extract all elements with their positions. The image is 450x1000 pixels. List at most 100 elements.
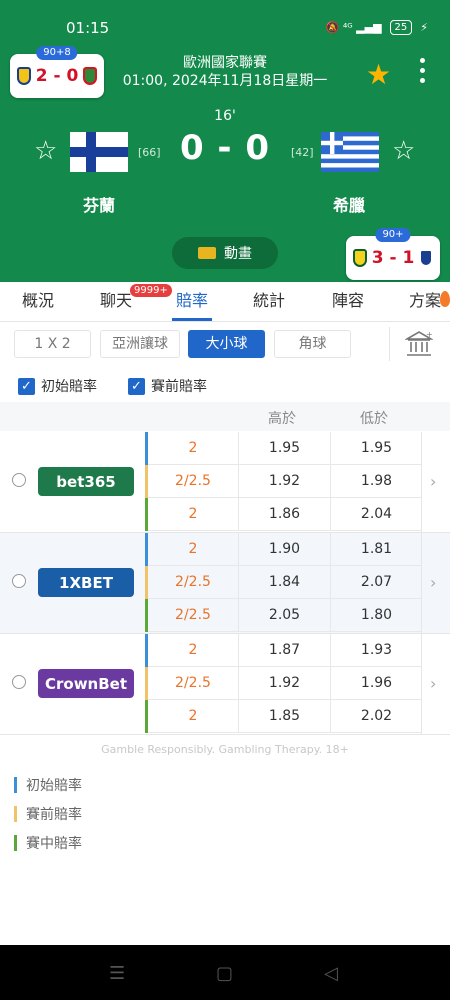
market-asian-handicap[interactable]: 亞洲讓球 bbox=[100, 330, 180, 358]
goal-line: 2 bbox=[188, 708, 198, 724]
recent-apps-icon[interactable]: ☰ bbox=[109, 963, 125, 984]
chevron-right-icon[interactable]: › bbox=[430, 674, 436, 693]
odds-row[interactable]: 2 1.87 1.93 bbox=[145, 634, 422, 667]
under-odds: 2.07 bbox=[330, 566, 422, 599]
over-odds: 1.84 bbox=[238, 566, 330, 599]
match-minute: 16' bbox=[214, 108, 236, 124]
bank-icon[interactable]: + bbox=[405, 330, 433, 358]
home-icon[interactable]: ▢ bbox=[216, 963, 233, 984]
odds-row[interactable]: 2 1.90 1.81 bbox=[145, 533, 422, 566]
chevron-right-icon[interactable]: › bbox=[430, 472, 436, 491]
odds-row[interactable]: 2 1.85 2.02 bbox=[145, 700, 422, 733]
home-rank: [66] bbox=[138, 146, 161, 159]
battery-icon: 25 bbox=[389, 20, 413, 35]
status-indicators: 🔕 ⁴ᴳ ▂▄▆ bbox=[325, 21, 382, 34]
finland-flag-icon bbox=[70, 132, 128, 172]
gamble-responsibly-note: Gamble Responsibly. Gambling Therapy. 18… bbox=[101, 743, 349, 756]
goal-line: 2/2.5 bbox=[175, 607, 211, 623]
pitch-icon bbox=[198, 247, 216, 259]
active-tab-indicator bbox=[172, 318, 212, 321]
over-odds: 1.85 bbox=[238, 700, 330, 733]
over-odds: 1.92 bbox=[238, 465, 330, 498]
mini-score: 3 - 1 bbox=[371, 248, 415, 268]
more-menu-icon[interactable] bbox=[414, 58, 430, 83]
under-odds: 2.04 bbox=[330, 498, 422, 531]
over-odds: 1.86 bbox=[238, 498, 330, 531]
under-odds: 1.96 bbox=[330, 667, 422, 700]
column-divider bbox=[421, 432, 422, 532]
column-under: 低於 bbox=[360, 411, 388, 427]
chat-count-badge: 9999+ bbox=[130, 284, 172, 297]
market-corners[interactable]: 角球 bbox=[274, 330, 351, 358]
radio-button[interactable] bbox=[12, 473, 26, 487]
tab-stats[interactable]: 統計 bbox=[249, 282, 289, 322]
tab-plans[interactable]: 方案 bbox=[405, 282, 445, 322]
chevron-right-icon[interactable]: › bbox=[430, 573, 436, 592]
odds-row[interactable]: 2/2.5 1.84 2.07 bbox=[145, 566, 422, 599]
legend-initial: 初始賠率 bbox=[14, 775, 82, 795]
tab-overview[interactable]: 概況 bbox=[16, 282, 60, 322]
filter-pregame-label: 賽前賠率 bbox=[151, 379, 207, 395]
related-match-right[interactable]: 90+ 3 - 1 bbox=[346, 228, 440, 280]
radio-button[interactable] bbox=[12, 675, 26, 689]
odds-row[interactable]: 2/2.5 2.05 1.80 bbox=[145, 599, 422, 632]
bookmaker-logo: bet365 bbox=[38, 467, 134, 496]
back-icon[interactable]: ◁ bbox=[324, 963, 338, 984]
column-over: 高於 bbox=[268, 411, 296, 427]
goal-line: 2 bbox=[188, 440, 198, 456]
checkbox-checked-icon[interactable]: ✓ bbox=[128, 377, 145, 395]
favorite-star-icon[interactable]: ★ bbox=[366, 58, 391, 91]
legend-color-bar bbox=[14, 835, 17, 851]
tab-lineup[interactable]: 陣容 bbox=[328, 282, 368, 322]
over-odds: 1.87 bbox=[238, 634, 330, 667]
main-score: 0 - 0 bbox=[179, 128, 271, 168]
follow-home-star-icon[interactable]: ☆ bbox=[34, 136, 57, 166]
fire-icon bbox=[440, 291, 450, 307]
legend-label: 賽前賠率 bbox=[26, 807, 82, 823]
filter-pregame-odds[interactable]: ✓ 賽前賠率 bbox=[128, 376, 207, 396]
column-divider bbox=[421, 634, 422, 734]
under-odds: 1.93 bbox=[330, 634, 422, 667]
column-divider bbox=[421, 533, 422, 633]
match-header: 01:15 🔕 ⁴ᴳ ▂▄▆ 25 ⚡ 90+8 2 - 0 歐洲國家聯賽 01… bbox=[0, 0, 450, 282]
legend-inplay: 賽中賠率 bbox=[14, 833, 82, 853]
under-odds: 1.80 bbox=[330, 599, 422, 632]
over-odds: 2.05 bbox=[238, 599, 330, 632]
legend-color-bar bbox=[14, 777, 17, 793]
legend-label: 賽中賠率 bbox=[26, 836, 82, 852]
radio-button[interactable] bbox=[12, 574, 26, 588]
home-team-name[interactable]: 芬蘭 bbox=[83, 192, 115, 216]
follow-away-star-icon[interactable]: ☆ bbox=[392, 136, 415, 166]
legend-pregame: 賽前賠率 bbox=[14, 804, 82, 824]
odds-row[interactable]: 2/2.5 1.92 1.96 bbox=[145, 667, 422, 700]
filter-initial-odds[interactable]: ✓ 初始賠率 bbox=[18, 376, 97, 396]
bookmaker-group[interactable]: 1XBET 2 1.90 1.81 2/2.5 1.84 2.07 2/2.5 2.05 1.80… bbox=[0, 533, 450, 634]
under-odds: 1.95 bbox=[330, 432, 422, 465]
status-time: 01:15 bbox=[66, 19, 110, 37]
team-crest-icon bbox=[419, 249, 434, 267]
bookmaker-group[interactable]: CrownBet 2 1.87 1.93 2/2.5 1.92 1.96 2 1.85 2.02 › bbox=[0, 634, 450, 735]
market-1x2[interactable]: 1 X 2 bbox=[14, 330, 91, 358]
minute-badge: 90+ bbox=[375, 228, 411, 242]
bookmaker-logo: CrownBet bbox=[38, 669, 134, 698]
screen: 01:15 🔕 ⁴ᴳ ▂▄▆ 25 ⚡ 90+8 2 - 0 歐洲國家聯賽 01… bbox=[0, 0, 450, 1000]
odds-row[interactable]: 2 1.95 1.95 bbox=[145, 432, 422, 465]
odds-row[interactable]: 2/2.5 1.92 1.98 bbox=[145, 465, 422, 498]
under-odds: 1.98 bbox=[330, 465, 422, 498]
away-team-name[interactable]: 希臘 bbox=[333, 192, 365, 216]
over-odds: 1.92 bbox=[238, 667, 330, 700]
divider bbox=[389, 327, 390, 361]
over-odds: 1.95 bbox=[238, 432, 330, 465]
tab-bar: 概況 聊天 9999+ 賠率 統計 陣容 方案 bbox=[0, 282, 450, 322]
checkbox-checked-icon[interactable]: ✓ bbox=[18, 377, 35, 395]
animation-label: 動畫 bbox=[224, 246, 252, 262]
animation-button[interactable]: 動畫 bbox=[172, 237, 278, 269]
tab-odds[interactable]: 賠率 bbox=[172, 282, 212, 322]
under-odds: 1.81 bbox=[330, 533, 422, 566]
over-odds: 1.90 bbox=[238, 533, 330, 566]
market-over-under[interactable]: 大小球 bbox=[188, 330, 265, 358]
legend-color-bar bbox=[14, 806, 17, 822]
odds-row[interactable]: 2 1.86 2.04 bbox=[145, 498, 422, 531]
greece-flag-icon bbox=[321, 132, 379, 172]
bookmaker-group[interactable]: bet365 2 1.95 1.95 2/2.5 1.92 1.98 2 1.86 2.04 › bbox=[0, 432, 450, 533]
